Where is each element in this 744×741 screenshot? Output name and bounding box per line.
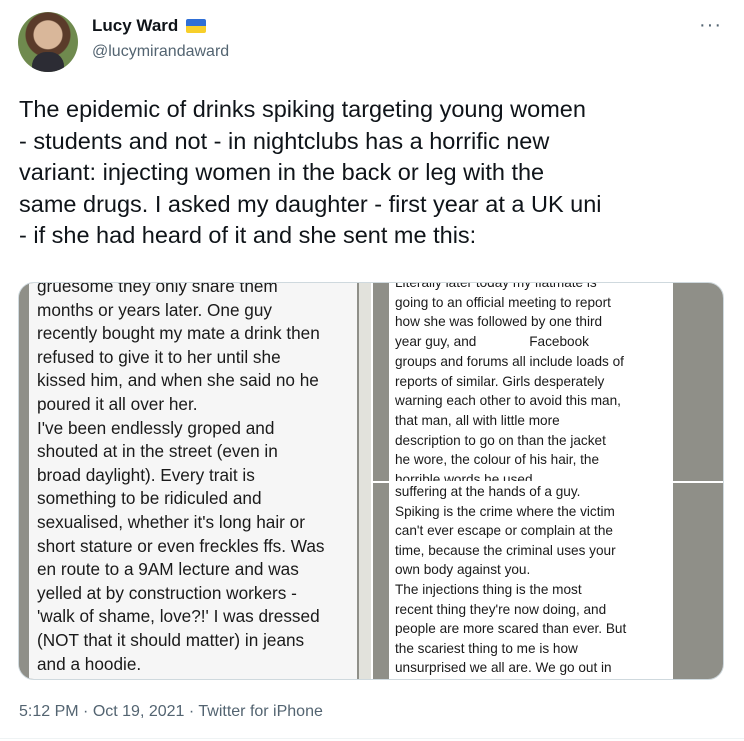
- screenshot-panel-bottom-right: suffering at the hands of a guy. Spiking…: [389, 483, 673, 679]
- screenshot-text-left: gruesome they only share them months or …: [37, 283, 325, 674]
- flag-yellow-stripe: [186, 26, 207, 33]
- screenshot-gutter-left: [359, 283, 371, 679]
- media-image-left[interactable]: gruesome they only share them months or …: [19, 283, 371, 679]
- screenshot-panel-top-right: Literally later today my flatmate is goi…: [389, 283, 673, 481]
- flag-blue-stripe: [186, 19, 207, 26]
- media-image-top-right[interactable]: Literally later today my flatmate is goi…: [373, 283, 723, 481]
- bottom-divider: [0, 738, 744, 739]
- media-image-bottom-right[interactable]: suffering at the hands of a guy. Spiking…: [373, 483, 723, 679]
- author-name-row[interactable]: Lucy Ward: [92, 16, 207, 36]
- avatar-shoulders: [32, 52, 64, 72]
- screenshot-text-bottom-right: suffering at the hands of a guy. Spiking…: [395, 484, 627, 676]
- screenshot-text-top-right: Literally later today my flatmate is goi…: [395, 283, 624, 481]
- author-handle[interactable]: @lucymirandaward: [92, 43, 229, 61]
- media-right-column: Literally later today my flatmate is goi…: [373, 283, 723, 679]
- screenshot-panel-left: gruesome they only share them months or …: [29, 283, 357, 679]
- tweet-date[interactable]: Oct 19, 2021: [93, 703, 185, 720]
- tweet-source[interactable]: Twitter for iPhone: [198, 703, 323, 720]
- meta-separator: ·: [78, 703, 93, 720]
- tweet-header: Lucy Ward @lucymirandaward ···: [0, 0, 744, 80]
- meta-separator: ·: [184, 703, 199, 720]
- tweet-time[interactable]: 5:12 PM: [19, 703, 79, 720]
- avatar[interactable]: [18, 12, 78, 72]
- tweet-media[interactable]: gruesome they only share them months or …: [18, 282, 724, 680]
- author-name[interactable]: Lucy Ward: [92, 16, 178, 36]
- tweet-meta: 5:12 PM · Oct 19, 2021 · Twitter for iPh…: [19, 703, 323, 721]
- more-options-icon[interactable]: ···: [699, 14, 722, 37]
- ukraine-flag-icon: [186, 19, 207, 33]
- tweet-text: The epidemic of drinks spiking targeting…: [19, 96, 602, 248]
